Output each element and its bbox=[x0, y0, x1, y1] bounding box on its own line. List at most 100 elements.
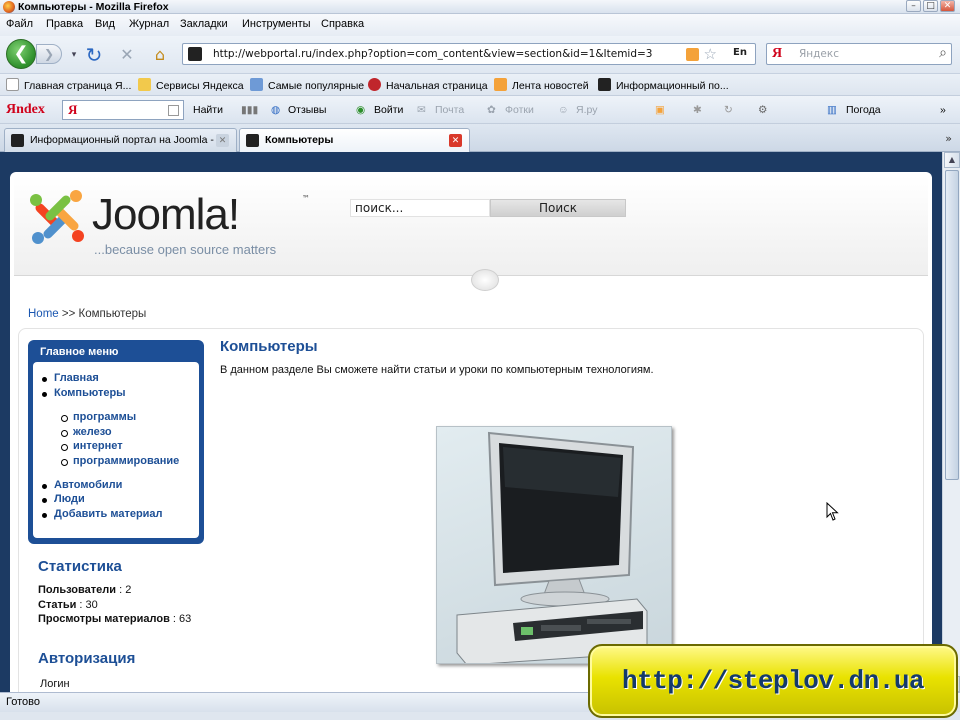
search-box[interactable]: Я Яндекс ⌕ bbox=[766, 43, 952, 65]
menu-item-computers[interactable]: Компьютеры bbox=[42, 387, 126, 399]
menu-bar: Файл Правка Вид Журнал Закладки Инструме… bbox=[0, 14, 960, 36]
feeds-icon[interactable]: ▣ bbox=[655, 104, 665, 116]
bookmark-news-feed[interactable]: Лента новостей bbox=[494, 78, 589, 92]
watermark-banner: http://steplov.dn.ua bbox=[588, 644, 958, 718]
bookmark-star-icon[interactable]: ☆ bbox=[704, 45, 717, 63]
tab-close-icon[interactable]: ✕ bbox=[449, 134, 462, 147]
breadcrumb-home-link[interactable]: Home bbox=[28, 308, 59, 320]
menu-item-people[interactable]: Люди bbox=[42, 493, 85, 505]
maximize-button[interactable]: □ bbox=[923, 0, 938, 12]
joomla-logo-icon[interactable] bbox=[26, 186, 88, 248]
menu-edit[interactable]: Правка bbox=[46, 18, 83, 30]
main-menu-module: Главное меню Главная Компьютеры программ… bbox=[28, 340, 204, 544]
bookmark-start-page[interactable]: Начальная страница bbox=[368, 78, 488, 92]
tab-list-chevron-icon[interactable]: » bbox=[945, 132, 952, 145]
watermark-url: http://steplov.dn.ua bbox=[621, 666, 925, 696]
site-search-input[interactable]: поиск... bbox=[350, 199, 490, 217]
window-titlebar: Компьютеры - Mozilla Firefox – □ ✕ bbox=[0, 0, 960, 14]
search-placeholder[interactable]: Яндекс bbox=[799, 48, 839, 60]
bookmark-info-portal[interactable]: Информационный по... bbox=[598, 78, 729, 92]
computer-illustration bbox=[456, 431, 648, 663]
menu-help[interactable]: Справка bbox=[321, 18, 364, 30]
yaru-button[interactable]: Я.ру bbox=[576, 104, 597, 116]
weather-button[interactable]: Погода bbox=[846, 104, 881, 116]
photos-icon: ✿ bbox=[487, 104, 496, 116]
history-dropdown-icon[interactable]: ▾ bbox=[64, 45, 84, 65]
stop-icon[interactable]: ✕ bbox=[117, 45, 137, 65]
address-bar[interactable]: http://webportal.ru/index.php?option=com… bbox=[182, 43, 756, 65]
bookmarks-toolbar: Главная страница Я... Сервисы Яндекса Са… bbox=[0, 74, 960, 96]
home-icon[interactable]: ⌂ bbox=[150, 45, 170, 65]
bookmark-yandex-home[interactable]: Главная страница Я... bbox=[6, 78, 131, 92]
navigation-toolbar: ❮ ❯ ▾ ↻ ✕ ⌂ http://webportal.ru/index.ph… bbox=[0, 36, 960, 74]
yandex-glyph: Я bbox=[68, 102, 78, 117]
menu-item-add-content[interactable]: Добавить материал bbox=[42, 508, 163, 520]
mail-button[interactable]: Почта bbox=[435, 104, 464, 116]
url-text[interactable]: http://webportal.ru/index.php?option=com… bbox=[213, 48, 652, 60]
tab-info-portal[interactable]: Информационный портал на Joomla - ... ✕ bbox=[4, 128, 237, 152]
rss-folder-icon bbox=[494, 78, 507, 91]
breadcrumb-separator: >> bbox=[61, 308, 76, 320]
mail-icon: ✉ bbox=[417, 104, 426, 116]
minimize-button[interactable]: – bbox=[906, 0, 921, 12]
bookmark-yandex-services[interactable]: Сервисы Яндекса bbox=[138, 78, 244, 92]
yandex-checkbox[interactable] bbox=[168, 105, 179, 116]
bookmark-most-visited[interactable]: Самые популярные bbox=[250, 78, 364, 92]
breadcrumb-current: Компьютеры bbox=[78, 308, 147, 320]
menu-item-home[interactable]: Главная bbox=[42, 372, 99, 384]
status-text: Готово bbox=[6, 696, 40, 708]
submenu-item-programming[interactable]: программирование bbox=[60, 455, 179, 467]
smart-folder-icon bbox=[250, 78, 263, 91]
computer-image bbox=[436, 426, 672, 664]
site-slogan: ...because open source matters bbox=[94, 242, 277, 257]
back-button[interactable]: ❮ bbox=[6, 39, 36, 69]
tab-close-icon[interactable]: ✕ bbox=[216, 134, 229, 147]
firefox-icon bbox=[3, 1, 15, 13]
menu-history[interactable]: Журнал bbox=[129, 18, 169, 30]
yandex-find-button[interactable]: Найти bbox=[193, 104, 223, 116]
header-divider-knob bbox=[471, 269, 499, 291]
folder-icon bbox=[138, 78, 151, 91]
menu-item-cars[interactable]: Автомобили bbox=[41, 479, 122, 491]
vertical-scrollbar[interactable]: ▲ ▼ bbox=[942, 152, 960, 692]
yandex-engine-icon[interactable]: Я bbox=[772, 46, 782, 62]
forward-button[interactable]: ❯ bbox=[36, 44, 62, 64]
submenu-item-hardware[interactable]: железо bbox=[61, 426, 112, 438]
gear-icon[interactable]: ⚙ bbox=[758, 104, 767, 116]
article-title: Компьютеры bbox=[220, 338, 318, 355]
submenu-item-programs[interactable]: программы bbox=[60, 411, 136, 423]
scroll-up-arrow-icon[interactable]: ▲ bbox=[944, 152, 960, 168]
rss-icon[interactable] bbox=[686, 48, 699, 61]
page-viewport: Joomla! ™ ...because open source matters… bbox=[0, 152, 942, 692]
overflow-chevron-icon[interactable]: » bbox=[940, 104, 946, 116]
yandex-search-input[interactable]: Я bbox=[62, 100, 184, 120]
reviews-button[interactable]: Отзывы bbox=[288, 104, 326, 116]
menu-bookmarks[interactable]: Закладки bbox=[180, 18, 228, 30]
yandex-bar: Яndex Я Найти ▮▮▮ ◍ Отзывы ◉ Войти ✉ Поч… bbox=[0, 96, 960, 124]
statistics-title: Статистика bbox=[38, 558, 122, 575]
reload-icon[interactable]: ↻ bbox=[84, 45, 104, 65]
scrollbar-thumb[interactable] bbox=[945, 170, 959, 480]
reviews-icon: ◍ bbox=[271, 104, 281, 116]
close-window-button[interactable]: ✕ bbox=[940, 0, 955, 12]
submenu-item-internet[interactable]: интернет bbox=[61, 440, 123, 452]
site-search-button[interactable]: Поиск bbox=[490, 199, 626, 217]
article-description: В данном разделе Вы сможете найти статьи… bbox=[220, 364, 654, 376]
tab-computers[interactable]: Компьютеры ✕ bbox=[239, 128, 470, 152]
refresh-widget-icon[interactable]: ↻ bbox=[724, 104, 733, 116]
menu-file[interactable]: Файл bbox=[6, 18, 33, 30]
language-indicator: En bbox=[733, 47, 747, 58]
yandex-logo[interactable]: Яndex bbox=[6, 102, 45, 118]
search-icon[interactable]: ⌕ bbox=[939, 45, 947, 61]
login-label: Логин bbox=[40, 678, 70, 690]
menu-view[interactable]: Вид bbox=[95, 18, 115, 30]
chart-icon[interactable]: ▮▮▮ bbox=[241, 104, 258, 116]
photos-button[interactable]: Фотки bbox=[505, 104, 534, 116]
share-icon[interactable]: ✱ bbox=[693, 104, 702, 116]
page-icon bbox=[6, 78, 19, 91]
yaru-icon: ☺ bbox=[558, 104, 569, 116]
login-button[interactable]: Войти bbox=[374, 104, 403, 116]
trademark: ™ bbox=[302, 194, 310, 203]
menu-tools[interactable]: Инструменты bbox=[242, 18, 311, 30]
window-title: Компьютеры - Mozilla Firefox bbox=[18, 1, 169, 13]
